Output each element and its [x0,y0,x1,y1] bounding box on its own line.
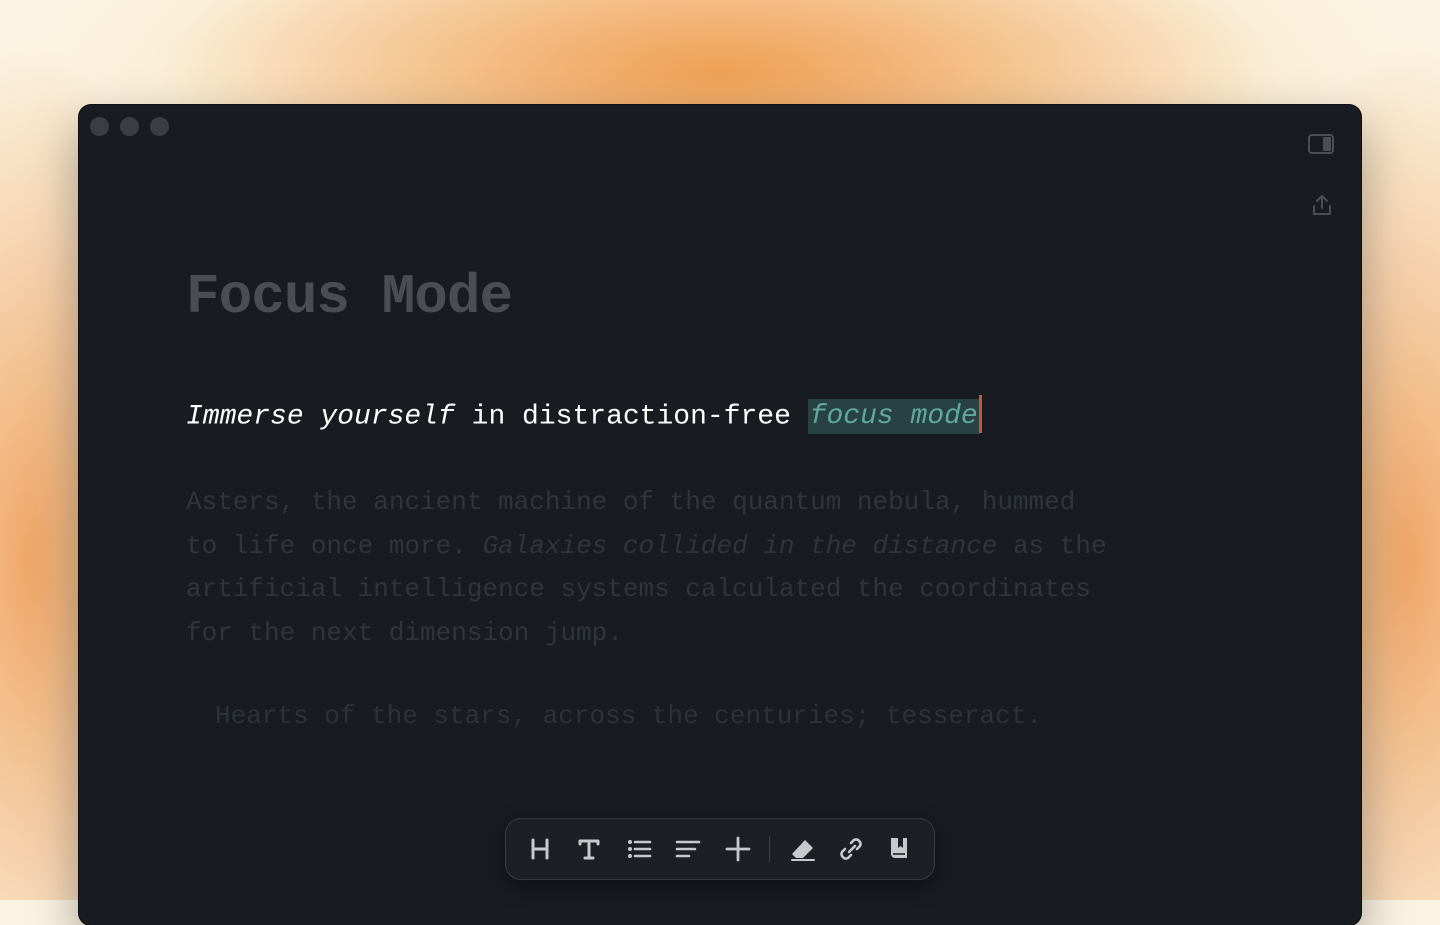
toolbar-divider [769,836,770,862]
list-icon[interactable] [626,835,652,863]
format-toolbar [505,818,935,880]
paragraph-line: Asters, the ancient machine of the quant… [186,481,1246,525]
bookmark-icon[interactable] [886,835,912,863]
paragraph-text: as the [997,531,1106,561]
close-button[interactable] [90,117,109,136]
paragraph-italic: Galaxies collided in the distance [482,531,997,561]
quote-line[interactable]: Hearts of the stars, across the centurie… [215,701,1042,731]
align-icon[interactable] [675,835,701,863]
paragraph-line: artificial intelligence systems calculat… [186,568,1246,612]
minimize-button[interactable] [120,117,139,136]
plain-text: in distraction-free [455,401,808,432]
dimmed-paragraph[interactable]: Asters, the ancient machine of the quant… [186,481,1246,655]
italic-text: Immerse yourself [186,401,455,432]
zoom-button[interactable] [150,117,169,136]
document-title[interactable]: Focus Mode [186,265,512,329]
window-controls [90,117,169,136]
active-line[interactable]: Immerse yourself in distraction-free foc… [186,397,982,437]
paragraph-line: for the next dimension jump. [186,612,1246,656]
highlighted-text[interactable]: focus mode [808,399,980,434]
text-cursor [979,395,982,433]
eraser-icon[interactable] [790,835,816,863]
text-icon[interactable] [576,835,602,863]
editor-window: Focus Mode Immerse yourself in distracti… [79,105,1361,925]
paragraph-line: to life once more. Galaxies collided in … [186,525,1246,569]
link-icon[interactable] [838,835,864,863]
plus-icon[interactable] [725,835,751,863]
sidebar-toggle-icon[interactable] [1308,134,1334,154]
heading-icon[interactable] [527,835,553,863]
share-icon[interactable] [1311,193,1333,217]
paragraph-text: to life once more. [186,531,482,561]
